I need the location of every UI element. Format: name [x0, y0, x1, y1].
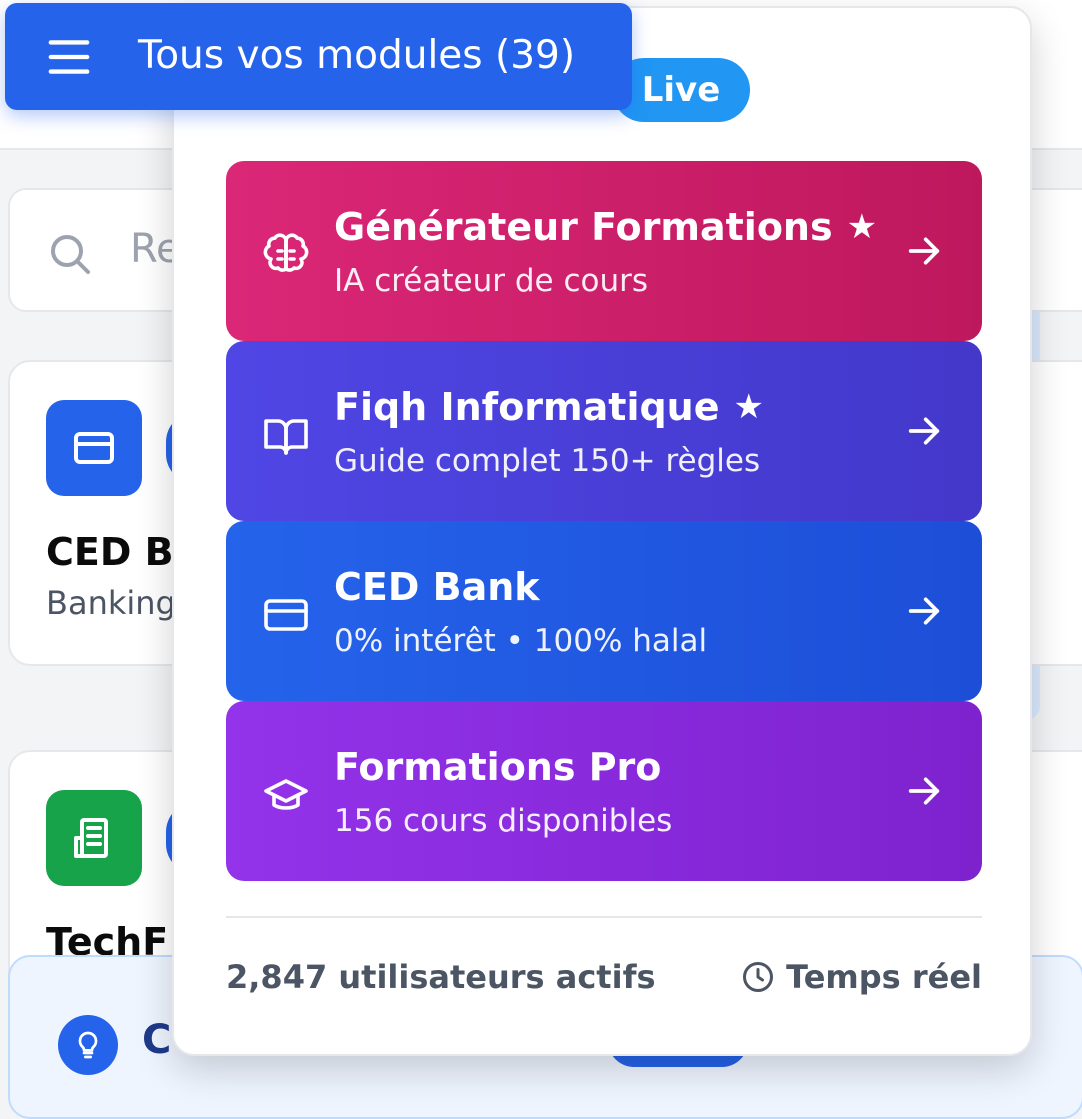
arrow-right-icon — [908, 237, 940, 265]
arrow-right-icon — [908, 777, 940, 805]
card-icon-box — [46, 400, 142, 496]
lightbulb-icon — [58, 1015, 118, 1075]
module-title: Fiqh Informatique ★ — [334, 385, 764, 429]
active-users-count: 2,847 utilisateurs actifs — [226, 958, 656, 996]
building-icon — [74, 818, 108, 858]
brain-icon — [263, 233, 309, 272]
module-item-formations-pro[interactable]: Formations Pro 156 cours disponibles — [226, 701, 982, 881]
arrow-right-icon — [908, 417, 940, 445]
all-modules-button[interactable]: Tous vos modules (39) — [5, 3, 632, 110]
module-item-fiqh-informatique[interactable]: Fiqh Informatique ★ Guide complet 150+ rè… — [226, 341, 982, 521]
realtime-indicator: Temps réel — [740, 958, 982, 996]
module-subtitle: 156 cours disponibles — [334, 803, 673, 839]
menu-icon — [48, 40, 90, 74]
module-item-ced-bank[interactable]: CED Bank 0% intérêt • 100% halal — [226, 521, 982, 701]
module-subtitle: 0% intérêt • 100% halal — [334, 623, 708, 659]
module-item-generateur-formations[interactable]: Générateur Formations ★ IA créateur de co… — [226, 161, 982, 341]
credit-card-icon — [74, 432, 114, 464]
arrow-right-icon — [908, 597, 940, 625]
card-title: CED B — [46, 530, 174, 574]
search-icon — [51, 235, 90, 274]
card-subtitle: Banking — [46, 584, 176, 622]
dropdown-divider — [226, 916, 982, 918]
realtime-label: Temps réel — [786, 958, 982, 996]
tip-title: C — [142, 1017, 172, 1063]
live-badge: Live — [612, 58, 750, 122]
modules-dropdown: Live Générateur Formations ★ IA créateur … — [172, 6, 1032, 1056]
all-modules-label: Tous vos modules (39) — [138, 33, 576, 78]
module-subtitle: Guide complet 150+ règles — [334, 443, 761, 479]
book-open-icon — [264, 419, 308, 455]
module-title: Générateur Formations ★ — [334, 205, 878, 249]
card-icon-box — [46, 790, 142, 886]
module-title: Formations Pro — [334, 745, 662, 789]
credit-card-icon — [264, 599, 308, 631]
graduation-cap-icon — [264, 779, 308, 810]
module-subtitle: IA créateur de cours — [334, 263, 649, 299]
module-title: CED Bank — [334, 565, 540, 609]
star-icon: ★ — [733, 387, 764, 427]
clock-icon — [743, 962, 774, 992]
star-icon: ★ — [846, 207, 878, 247]
